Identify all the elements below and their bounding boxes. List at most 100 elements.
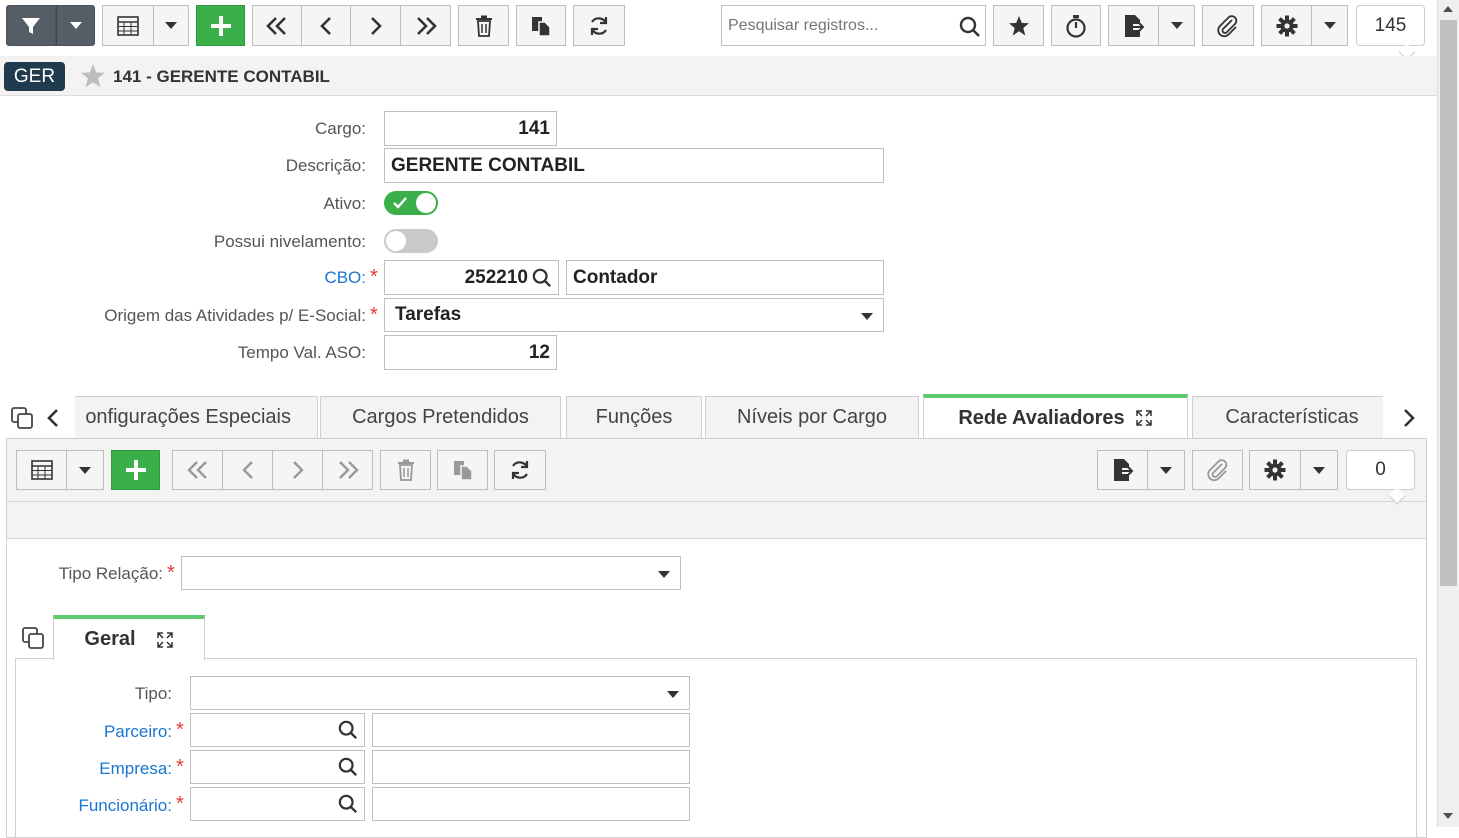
cbo-label[interactable]: CBO: [324, 268, 366, 288]
detail-previous-button[interactable] [222, 450, 273, 490]
entity-badge: GER [4, 62, 65, 91]
tab-cargos-pretendidos[interactable]: Cargos Pretendidos [320, 396, 561, 438]
parceiro-description-field[interactable] [372, 713, 690, 747]
detail-last-button[interactable] [322, 450, 373, 490]
tabs-scroll-left-icon[interactable] [46, 408, 60, 428]
grid-icon [30, 460, 53, 480]
origem-select[interactable]: Tarefas [384, 298, 884, 332]
tab-rede-avaliadores[interactable]: Rede Avaliadores [923, 394, 1188, 438]
tab-configuracoes-especiais[interactable]: onfigurações Especiais [75, 396, 318, 438]
copy-tabs-icon[interactable] [10, 406, 34, 430]
chevron-left-icon [320, 16, 331, 35]
attachment-button[interactable] [1202, 5, 1254, 46]
detail-export-button[interactable] [1097, 450, 1148, 490]
next-record-button[interactable] [350, 5, 401, 46]
search-icon[interactable] [338, 794, 358, 814]
favorite-button[interactable] [993, 5, 1044, 46]
detail-add-button[interactable] [111, 450, 160, 490]
chevron-down-icon [79, 466, 91, 474]
detail-export-dropdown-button[interactable] [1147, 450, 1185, 490]
empresa-label[interactable]: Empresa: [99, 759, 172, 779]
grid-view-button[interactable] [102, 5, 154, 46]
tabs-scroll-right-icon[interactable] [1402, 408, 1416, 428]
paperclip-icon [1217, 14, 1238, 37]
detail-settings-dropdown-button[interactable] [1300, 450, 1338, 490]
copy-section-icon[interactable] [21, 626, 45, 650]
cbo-description-field[interactable]: Contador [566, 260, 884, 295]
export-button[interactable] [1108, 5, 1159, 46]
scroll-up-arrow[interactable] [1443, 6, 1453, 12]
empresa-description-field[interactable] [372, 750, 690, 784]
detail-delete-button[interactable] [380, 450, 431, 490]
refresh-button[interactable] [573, 5, 625, 46]
export-dropdown-button[interactable] [1158, 5, 1195, 46]
last-record-button[interactable] [400, 5, 451, 46]
descricao-field[interactable]: GERENTE CONTABIL [384, 148, 884, 183]
star-outline-icon[interactable] [80, 63, 106, 89]
page-title: 141 - GERENTE CONTABIL [113, 67, 330, 86]
grid-icon [117, 15, 139, 36]
trash-icon [397, 459, 414, 481]
view-dropdown-button[interactable] [153, 5, 189, 46]
cbo-code-field[interactable]: 252210 [384, 260, 559, 295]
expand-icon[interactable] [156, 631, 174, 649]
tab-geral[interactable]: Geral [53, 615, 205, 660]
scroll-down-arrow[interactable] [1443, 813, 1453, 819]
double-chevron-left-icon [186, 461, 207, 479]
detail-first-button[interactable] [172, 450, 223, 490]
previous-record-button[interactable] [301, 5, 351, 46]
funcionario-code-field[interactable] [190, 787, 365, 821]
search-icon[interactable] [959, 16, 981, 38]
filter-button[interactable] [6, 5, 56, 46]
timer-button[interactable] [1051, 5, 1101, 46]
settings-button[interactable] [1261, 5, 1312, 46]
ativo-toggle[interactable] [384, 191, 438, 215]
detail-next-button[interactable] [272, 450, 323, 490]
detail-refresh-button[interactable] [494, 450, 546, 490]
delete-button[interactable] [458, 5, 509, 46]
tipo-relacao-select[interactable] [181, 556, 681, 590]
tab-geral-label: Geral [84, 628, 136, 650]
chevron-down-icon [1160, 466, 1172, 474]
badge-text: GER [13, 65, 56, 87]
search-icon[interactable] [338, 720, 358, 740]
empresa-code-field[interactable] [190, 750, 365, 784]
search-icon[interactable] [532, 268, 552, 288]
search-icon[interactable] [338, 757, 358, 777]
tipo-select[interactable] [190, 676, 690, 710]
tempo-field[interactable]: 12 [384, 335, 557, 370]
detail-duplicate-button[interactable] [437, 450, 488, 490]
first-record-button[interactable] [252, 5, 302, 46]
detail-attachment-button[interactable] [1192, 450, 1243, 490]
cargo-field[interactable]: 141 [384, 111, 557, 146]
chevron-down-icon [1323, 22, 1336, 29]
tab-funcoes[interactable]: Funções [566, 396, 702, 438]
funcionario-description-field[interactable] [372, 787, 690, 821]
tab-niveis-por-cargo[interactable]: Níveis por Cargo [705, 396, 919, 438]
parceiro-code-field[interactable] [190, 713, 365, 747]
vertical-scrollbar[interactable] [1437, 0, 1459, 827]
scrollbar-thumb[interactable] [1440, 20, 1457, 586]
detail-view-dropdown-button[interactable] [66, 450, 104, 490]
tab-caracteristicas[interactable]: Características [1192, 396, 1383, 438]
double-chevron-left-icon [266, 16, 286, 35]
detail-record-count: 0 [1375, 459, 1386, 480]
add-button[interactable] [196, 5, 245, 46]
tempo-label: Tempo Val. ASO: [237, 343, 366, 362]
funcionario-label[interactable]: Funcionário: [78, 796, 172, 816]
tipo-label: Tipo: [134, 684, 172, 703]
duplicate-button[interactable] [516, 5, 566, 46]
nivelamento-toggle[interactable] [384, 229, 438, 253]
copy-icon [532, 16, 551, 37]
funcionario-required-mark: * [176, 793, 184, 815]
detail-settings-button[interactable] [1249, 450, 1301, 490]
filter-dropdown-button[interactable] [56, 5, 95, 46]
origem-required-mark: * [370, 304, 378, 326]
file-export-icon [1124, 14, 1144, 37]
settings-dropdown-button[interactable] [1311, 5, 1348, 46]
search-box[interactable] [721, 5, 986, 46]
detail-grid-view-button[interactable] [16, 450, 67, 490]
expand-icon[interactable] [1135, 409, 1153, 427]
search-input[interactable] [722, 6, 950, 45]
parceiro-label[interactable]: Parceiro: [104, 722, 172, 742]
